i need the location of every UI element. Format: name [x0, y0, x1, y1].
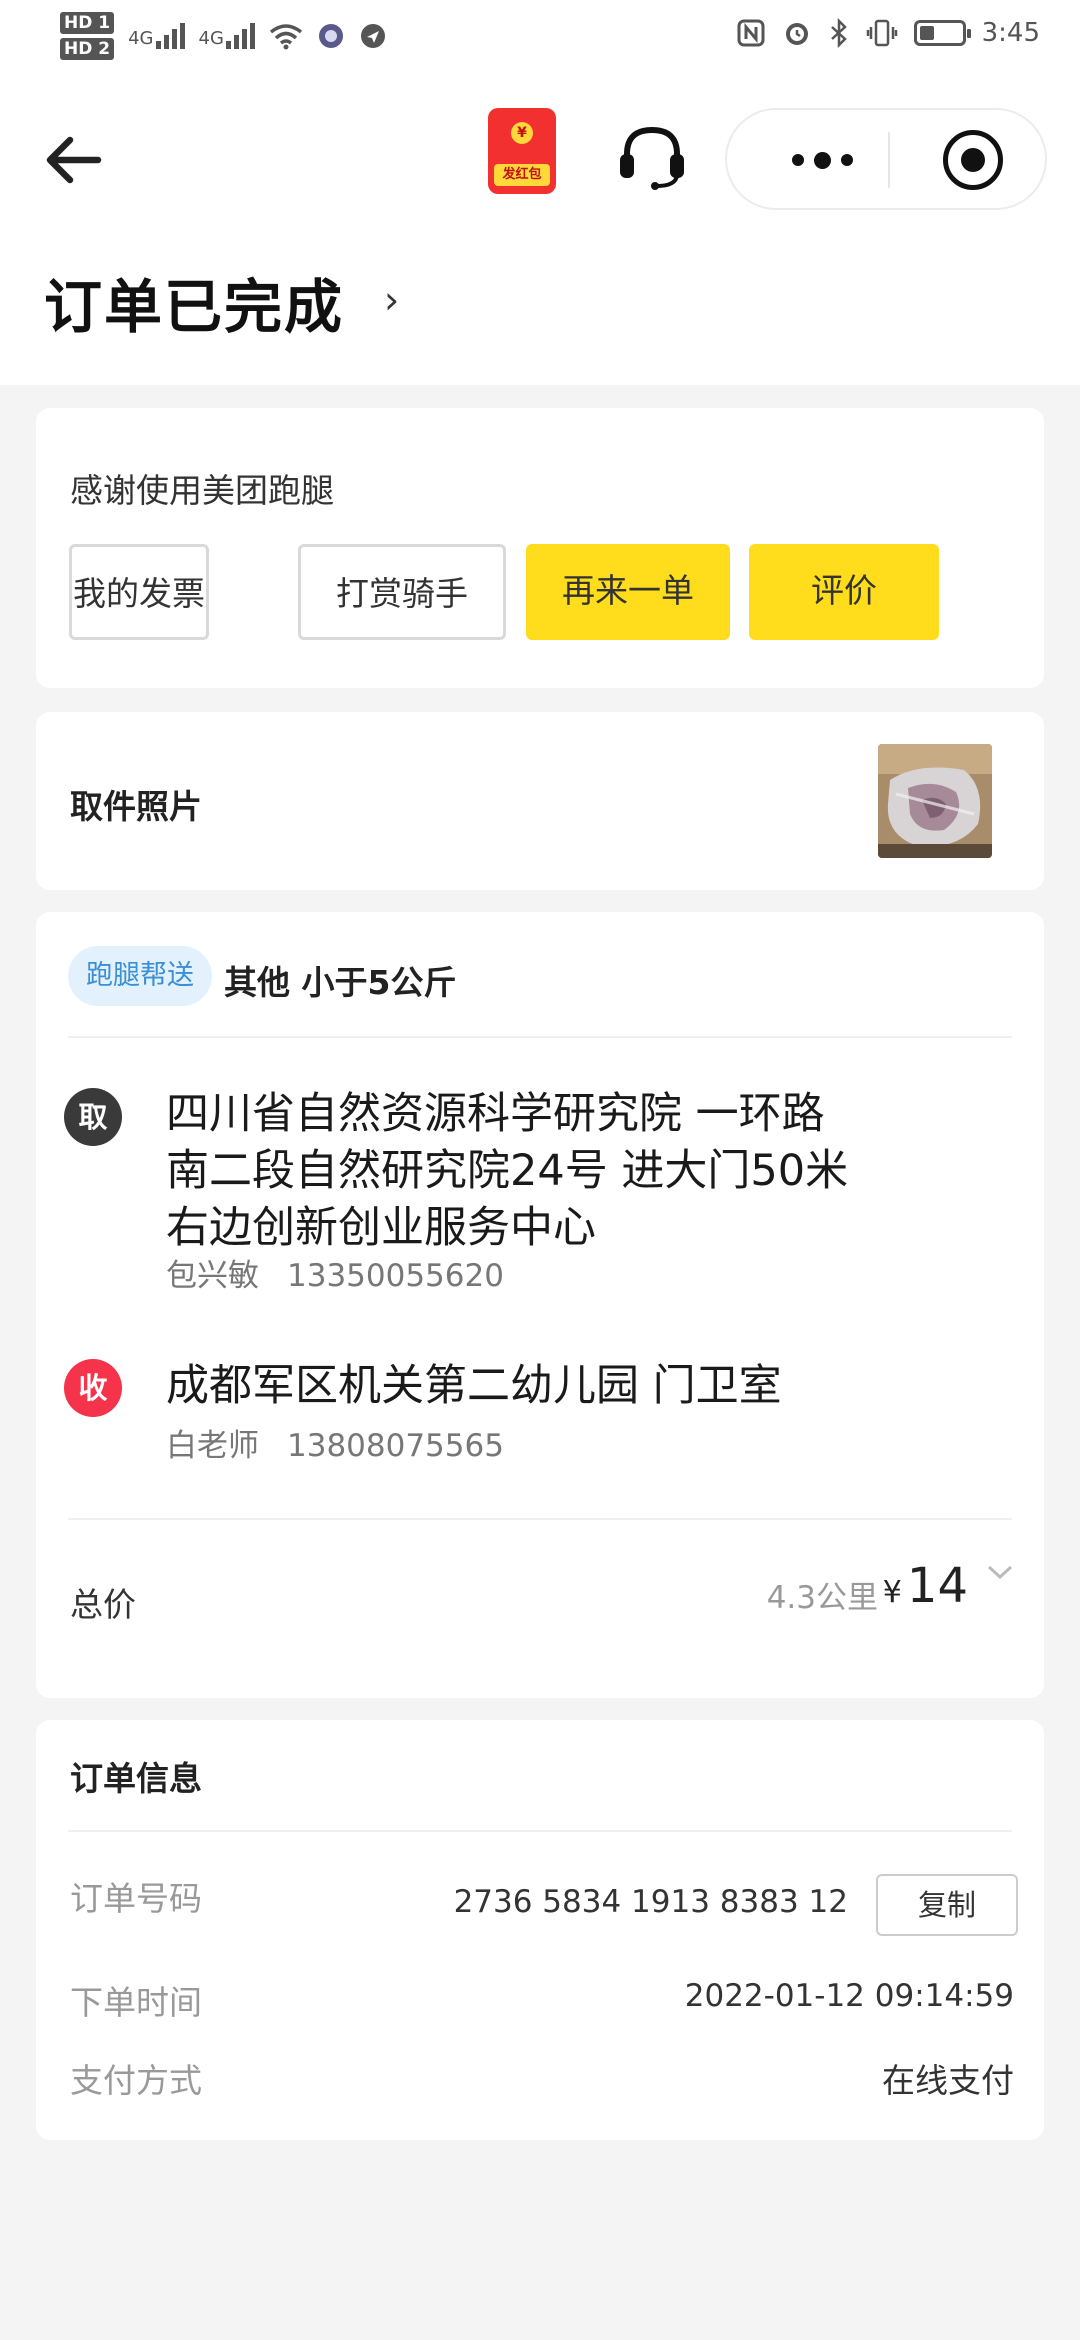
order-info-card: 订单信息 订单号码 2736 5834 1913 8383 12 复制 下单时间… [36, 1720, 1044, 2140]
signal-1: 4G [128, 23, 185, 49]
signal-2: 4G [199, 23, 255, 49]
reorder-button[interactable]: 再来一单 [526, 544, 730, 640]
distance: 4.3公里 [766, 1580, 878, 1616]
price-currency: ¥ [882, 1575, 902, 1610]
pickup-photo-card: 取件照片 [36, 712, 1044, 890]
invoice-button[interactable]: 我的发票 [69, 544, 209, 640]
divider [68, 1036, 1012, 1038]
red-packet-label: 发红包 [494, 164, 550, 186]
vibrate-icon [866, 19, 897, 47]
network-type-2: 4G [198, 28, 224, 49]
sim2-badge: HD 2 [60, 38, 115, 60]
pickup-contact: 包兴敏 13350055620 [166, 1250, 504, 1295]
pickup-phone[interactable]: 13350055620 [287, 1258, 504, 1294]
pickup-name: 包兴敏 [166, 1258, 259, 1294]
status-bar: HD 1 HD 2 4G 4G 3:45 [0, 0, 1080, 80]
order-number-label: 订单号码 [70, 1879, 202, 1918]
receiver-phone[interactable]: 13808075565 [287, 1428, 504, 1464]
sim1-badge: HD 1 [60, 12, 115, 34]
pickup-badge: 取 [64, 1088, 122, 1146]
receiver-address: 成都军区机关第二幼儿园 门卫室 [166, 1361, 782, 1411]
order-status-header[interactable]: 订单已完成 › [0, 240, 1080, 385]
divider [68, 1830, 1012, 1832]
pickup-address: 四川省自然资源科学研究院 一环路 南二段自然研究院24号 进大门50米 右边创新… [166, 1086, 1016, 1257]
pickup-photo-thumbnail[interactable] [878, 744, 992, 858]
capsule-divider [888, 132, 890, 188]
receiver-name: 白老师 [166, 1428, 259, 1464]
bluetooth-icon [830, 18, 847, 48]
network-type-1: 4G [128, 28, 154, 49]
service-tag: 跑腿帮送 [68, 946, 212, 1006]
status-left: HD 1 HD 2 4G 4G [60, 12, 387, 60]
app-notification-icon [318, 24, 343, 48]
location-send-icon [360, 24, 385, 48]
order-time: 2022-01-12 09:14:59 [684, 1978, 1014, 2014]
more-dots-icon[interactable] [767, 140, 877, 180]
thanks-card: 感谢使用美团跑腿 我的发票 打赏骑手 再来一单 评价 [36, 408, 1044, 688]
nfc-icon [737, 19, 765, 47]
battery-icon [913, 20, 971, 46]
clock: 3:45 [981, 18, 1040, 48]
price-value: 14 [906, 1558, 968, 1614]
nav-bar: ¥ 发红包 [0, 80, 1080, 240]
arrow-left-icon[interactable] [40, 130, 110, 190]
review-button[interactable]: 评价 [749, 544, 939, 640]
red-packet-coin-icon: ¥ [511, 122, 533, 144]
delivery-card: 跑腿帮送 其他 小于5公斤 取 四川省自然资源科学研究院 一环路 南二段自然研究… [36, 912, 1044, 1698]
receiver-contact: 白老师 13808075565 [166, 1420, 504, 1465]
wifi-icon [269, 24, 302, 50]
payment-method: 在线支付 [882, 2061, 1014, 2100]
signal-bars-icon [225, 23, 255, 49]
thanks-message: 感谢使用美团跑腿 [70, 471, 334, 510]
target-icon[interactable] [943, 130, 1003, 190]
tip-rider-button[interactable]: 打赏骑手 [298, 544, 506, 640]
goods-info: 其他 小于5公斤 [224, 963, 457, 1002]
total-price[interactable]: ¥ 14 [883, 1558, 968, 1614]
status-right: 3:45 [736, 18, 1040, 48]
pickup-photo-label: 取件照片 [70, 787, 202, 826]
divider [68, 1518, 1012, 1520]
pickup-address-line: 四川省自然资源科学研究院 一环路 [166, 1089, 825, 1139]
alarm-icon [785, 23, 808, 45]
chevron-right-icon: › [384, 278, 400, 322]
red-packet-button[interactable]: ¥ 发红包 [488, 108, 556, 194]
copy-button[interactable]: 复制 [876, 1874, 1018, 1936]
page-title: 订单已完成 [44, 273, 345, 341]
chevron-down-icon[interactable] [986, 1562, 1014, 1582]
total-label: 总价 [70, 1585, 136, 1624]
signal-bars-icon [155, 23, 185, 49]
mini-program-capsule [725, 108, 1047, 210]
sim-indicators: HD 1 HD 2 [60, 12, 115, 60]
headset-icon[interactable] [615, 122, 689, 192]
order-number: 2736 5834 1913 8383 12 [453, 1884, 848, 1920]
payment-label: 支付方式 [70, 2061, 202, 2100]
pickup-address-line: 右边创新创业服务中心 [166, 1203, 596, 1253]
receiver-badge: 收 [64, 1359, 122, 1417]
order-info-title: 订单信息 [70, 1759, 202, 1798]
pickup-address-line: 南二段自然研究院24号 进大门50米 [166, 1146, 849, 1196]
order-time-label: 下单时间 [70, 1983, 202, 2022]
